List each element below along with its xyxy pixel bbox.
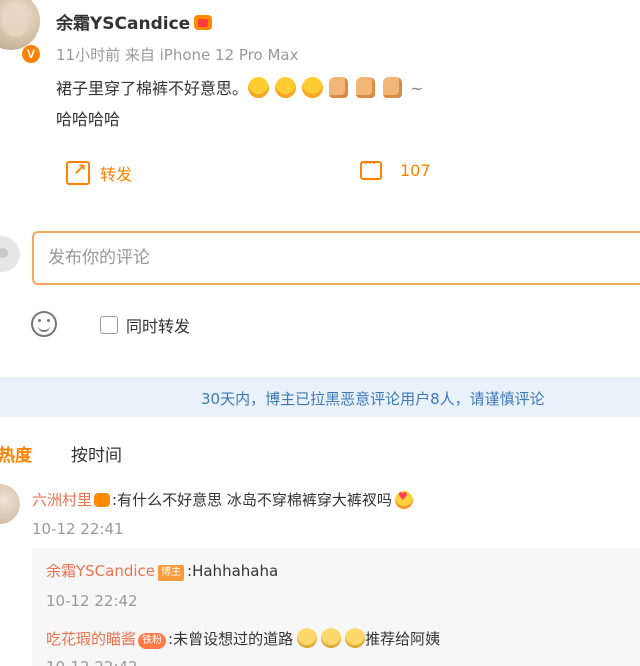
fan-badge-icon xyxy=(94,493,111,507)
also-repost-toggle[interactable]: 同时转发 xyxy=(100,313,190,337)
repost-icon xyxy=(66,160,90,185)
cat-emoji-icon xyxy=(345,628,366,648)
thumbs-up-icon xyxy=(383,77,403,98)
post-text-line1: 裙子里穿了棉裤不好意思。 ~ xyxy=(56,73,423,104)
emoji-picker-icon[interactable] xyxy=(31,311,57,337)
reply-time: 10-12 22:42 xyxy=(46,658,138,666)
reply-text-after: 推荐给阿姨 xyxy=(365,630,441,648)
reply-text: :未曾设想过的道路 xyxy=(168,630,294,648)
author-avatar[interactable] xyxy=(0,0,40,50)
reply-time: 10-12 22:42 xyxy=(46,592,138,610)
vip-crown-icon xyxy=(194,15,213,30)
comment-input[interactable]: 发布你的评论 xyxy=(32,231,640,285)
weibo-post-page: V 余霜YSCandice 11小时前 来自 iPhone 12 Pro Max… xyxy=(0,0,640,666)
blogger-badge: 博主 xyxy=(158,565,185,581)
my-avatar xyxy=(0,236,20,272)
block-notice-banner: 30天内，博主已拉黑恶意评论用户8人，请谨慎评论 xyxy=(0,377,640,417)
reply-author-name[interactable]: 余霜YSCandice xyxy=(46,562,155,580)
commenter-name[interactable]: 六洲村里 xyxy=(32,491,92,509)
cat-emoji-icon xyxy=(297,628,318,648)
also-repost-checkbox[interactable] xyxy=(100,316,118,334)
repost-button[interactable]: 转发 xyxy=(66,160,133,185)
reply-item: 余霜YSCandice 博主:Hahhahaha xyxy=(46,560,278,581)
reply-item: 吃花瑕的瞄酱 铁粉:未曾设想过的道路 推荐给阿姨 xyxy=(46,628,440,649)
comment-icon xyxy=(360,157,382,180)
cat-emoji-icon xyxy=(321,628,342,648)
heart-eyes-emoji-icon xyxy=(394,490,413,509)
reply-list: 余霜YSCandice 博主:Hahhahaha 10-12 22:42 吃花瑕的… xyxy=(32,548,640,666)
also-repost-label: 同时转发 xyxy=(126,317,191,336)
verified-badge-icon: V xyxy=(22,45,40,63)
iron-fan-badge: 铁粉 xyxy=(138,633,167,649)
thumbs-up-icon xyxy=(329,77,349,98)
post-text-line2: 哈哈哈哈 xyxy=(56,110,121,129)
reply-author-name[interactable]: 吃花瑕的瞄酱 xyxy=(46,630,136,648)
laugh-emoji-icon xyxy=(302,77,324,98)
comment-text: :有什么不好意思 冰岛不穿棉裤穿大裤衩吗 xyxy=(112,491,392,509)
tab-hot[interactable]: 热度 xyxy=(0,441,32,466)
comment-item: 六洲村里 :有什么不好意思 冰岛不穿棉裤穿大裤衩吗 xyxy=(32,489,413,510)
laugh-emoji-icon xyxy=(248,77,270,98)
repost-label: 转发 xyxy=(100,165,133,184)
commenter-avatar[interactable] xyxy=(0,484,20,524)
block-notice-text: 30天内，博主已拉黑恶意评论用户8人，请谨慎评论 xyxy=(201,390,545,408)
reply-text: :Hahhahaha xyxy=(187,562,279,580)
comment-button[interactable]: 107 xyxy=(360,157,431,180)
laugh-emoji-icon xyxy=(275,77,297,98)
tab-by-time[interactable]: 按时间 xyxy=(71,441,122,466)
post-meta: 11小时前 来自 iPhone 12 Pro Max xyxy=(56,46,299,64)
thumbs-up-icon xyxy=(356,77,376,98)
tilde-text: ~ xyxy=(410,79,424,98)
post-text-content: 裙子里穿了棉裤不好意思。 xyxy=(56,79,249,98)
author-name[interactable]: 余霜YSCandice xyxy=(56,14,190,34)
author-username[interactable]: 余霜YSCandice xyxy=(56,9,213,34)
comment-count: 107 xyxy=(400,161,431,180)
comment-time: 10-12 22:41 xyxy=(32,520,124,538)
post-body: 裙子里穿了棉裤不好意思。 ~ 哈哈哈哈 xyxy=(56,73,423,135)
